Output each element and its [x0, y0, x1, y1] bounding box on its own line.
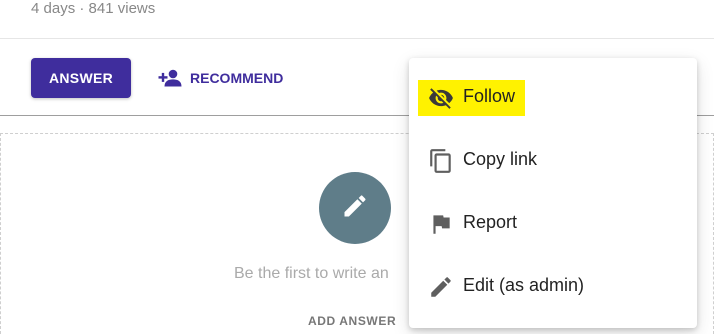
menu-item-copy-link[interactable]: Copy link [409, 135, 697, 185]
menu-item-follow[interactable]: Follow [409, 72, 697, 122]
pencil-icon [341, 192, 369, 225]
menu-item-label: Report [463, 212, 518, 232]
empty-answers-text: Be the first to write an [234, 265, 389, 282]
menu-item-label: Copy link [463, 149, 538, 169]
recommend-button[interactable]: RECOMMEND [158, 58, 283, 98]
view-count: 841 views [88, 0, 156, 17]
eye-off-icon [428, 85, 454, 111]
pencil-icon [428, 274, 454, 300]
copy-icon [428, 148, 454, 174]
add-answer-link[interactable]: ADD ANSWER [308, 314, 396, 328]
person-add-icon [158, 68, 183, 88]
write-answer-button[interactable] [319, 172, 391, 244]
question-age: 4 days [31, 0, 76, 17]
menu-item-report[interactable]: Report [409, 198, 697, 248]
top-divider [0, 38, 714, 39]
menu-item-edit-as-admin[interactable]: Edit (as admin) [409, 261, 697, 311]
menu-item-label: Follow [463, 86, 516, 106]
meta-separator: · [75, 0, 89, 17]
question-meta: 4 days · 841 views [31, 0, 155, 17]
question-options-menu: Follow Copy link Report Edit (as admin) [409, 58, 697, 328]
menu-item-label: Edit (as admin) [463, 275, 585, 295]
answer-button-label: ANSWER [48, 70, 114, 86]
answer-button[interactable]: ANSWER [31, 58, 131, 98]
recommend-button-label: RECOMMEND [190, 70, 284, 86]
flag-icon [428, 211, 454, 237]
